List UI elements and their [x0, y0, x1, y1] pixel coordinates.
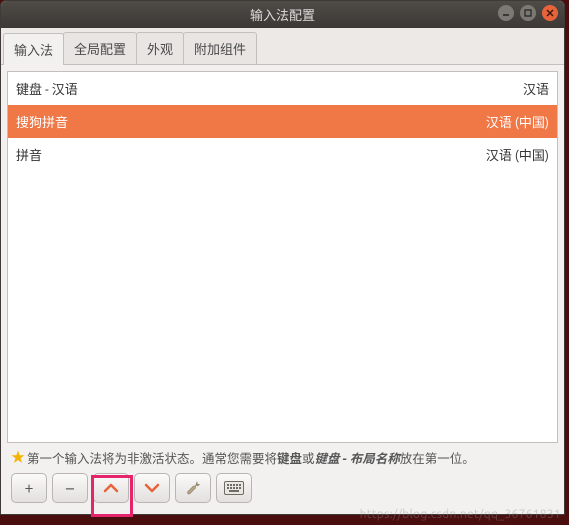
- plus-icon: +: [24, 479, 33, 497]
- titlebar: 输入法配置: [1, 1, 564, 28]
- toolbar: + −: [7, 469, 558, 507]
- move-up-button[interactable]: [93, 473, 129, 503]
- maximize-button[interactable]: [520, 5, 536, 21]
- im-lang: 汉语 (中国): [486, 112, 549, 131]
- add-button[interactable]: +: [11, 473, 47, 503]
- im-name: 拼音: [16, 145, 42, 164]
- minus-icon: −: [65, 478, 75, 498]
- tabbar: 输入法 全局配置 外观 附加组件: [1, 28, 564, 65]
- chevron-down-icon: [144, 482, 160, 494]
- remove-button[interactable]: −: [52, 473, 88, 503]
- configure-button[interactable]: [175, 473, 211, 503]
- chevron-up-icon: [103, 482, 119, 494]
- window: 输入法配置 输入法 全局配置 外观 附加组件 键盘 - 汉语 汉语 搜狗拼音: [0, 0, 565, 515]
- move-down-button[interactable]: [134, 473, 170, 503]
- wrench-icon: [184, 479, 202, 497]
- im-lang: 汉语 (中国): [486, 145, 549, 164]
- star-icon: ★: [11, 447, 25, 467]
- hint-text: 第一个输入法将为非激活状态。通常您需要将键盘或键盘 - 布局名称放在第一位。: [27, 448, 475, 467]
- im-lang: 汉语: [523, 79, 549, 98]
- window-title: 输入法配置: [250, 5, 315, 24]
- input-method-list[interactable]: 键盘 - 汉语 汉语 搜狗拼音 汉语 (中国) 拼音 汉语 (中国): [7, 71, 558, 443]
- keyboard-button[interactable]: [216, 473, 252, 503]
- im-name: 键盘 - 汉语: [16, 79, 78, 98]
- hint: ★ 第一个输入法将为非激活状态。通常您需要将键盘或键盘 - 布局名称放在第一位。: [7, 443, 558, 469]
- list-item[interactable]: 拼音 汉语 (中国): [8, 138, 557, 171]
- close-button[interactable]: [542, 5, 558, 21]
- minimize-button[interactable]: [498, 5, 514, 21]
- tab-addons[interactable]: 附加组件: [183, 32, 257, 64]
- keyboard-icon: [224, 481, 244, 495]
- im-name: 搜狗拼音: [16, 112, 68, 131]
- tab-input-method[interactable]: 输入法: [3, 33, 64, 65]
- list-item[interactable]: 搜狗拼音 汉语 (中国): [8, 105, 557, 138]
- content: 键盘 - 汉语 汉语 搜狗拼音 汉语 (中国) 拼音 汉语 (中国) ★ 第一个…: [1, 65, 564, 513]
- tab-global-config[interactable]: 全局配置: [63, 32, 137, 64]
- list-item[interactable]: 键盘 - 汉语 汉语: [8, 72, 557, 105]
- window-controls: [498, 5, 558, 21]
- tab-appearance[interactable]: 外观: [136, 32, 184, 64]
